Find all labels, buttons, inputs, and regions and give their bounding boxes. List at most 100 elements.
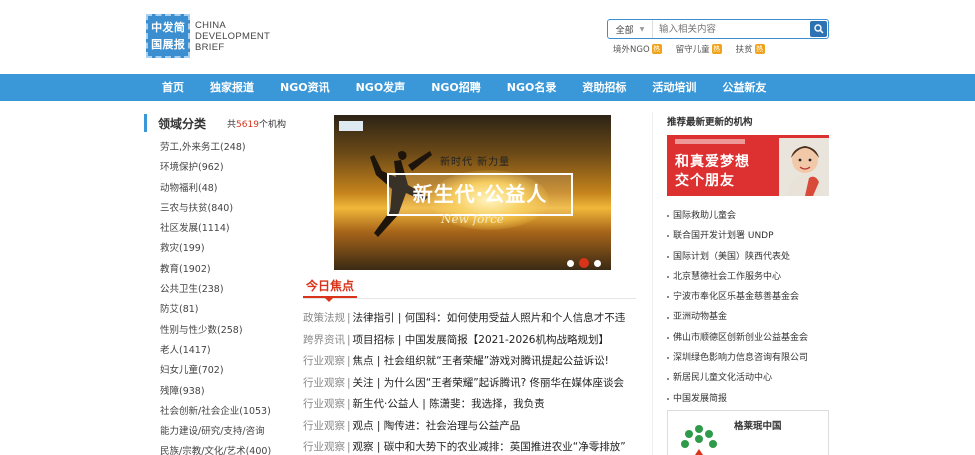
news-headline[interactable]: 焦点 | 社会组织就“王者荣耀”游戏对腾讯提起公益诉讼! [353, 355, 609, 367]
org-list: 国际救助儿童会 联合国开发计划署 UNDP 国际计划（美国）陕西代表处 北京慧德… [667, 206, 829, 409]
category-item[interactable]: 公共卫生(238) [160, 280, 304, 300]
featured-org-card[interactable]: 格莱珉中国 [667, 410, 829, 455]
news-item[interactable]: 行业观察 | 焦点 | 社会组织就“王者荣耀”游戏对腾讯提起公益诉讼! [303, 351, 636, 373]
news-separator: | [347, 312, 351, 324]
org-item[interactable]: 亚洲动物基金 [667, 307, 829, 327]
category-item[interactable]: 动物福利(48) [160, 179, 304, 199]
org-name[interactable]: 宁波市奉化区乐基金慈善基金会 [673, 287, 799, 307]
org-name[interactable]: 北京慧德社会工作服务中心 [673, 267, 781, 287]
hero-banner[interactable]: 新时代 新力量 新生代·公益人 New force [334, 115, 611, 270]
bullet-icon [667, 296, 669, 299]
category-item[interactable]: 社会创新/社会企业(1053) [160, 402, 304, 422]
hot-tags: 境外NGO 热 留守儿童 热 扶贫 热 [613, 43, 765, 55]
category-item[interactable]: 救灾(199) [160, 239, 304, 259]
nav-events[interactable]: 活动培训 [639, 74, 709, 101]
site-logo[interactable]: 中 发 简 国 展 报 CHINA DEVELOPMENT BRIEF [146, 14, 270, 58]
hot-tag-overseas-ngo[interactable]: 境外NGO 热 [613, 43, 662, 55]
org-item[interactable]: 宁波市奉化区乐基金慈善基金会 [667, 287, 829, 307]
logo-line: DEVELOPMENT [195, 30, 271, 42]
news-headline[interactable]: 法律指引 | 何国科：如何使用受益人照片和个人信息才不违 [353, 312, 626, 324]
news-headline[interactable]: 项目招标 | 中国发展简报【2021-2026机构战略规划】 [353, 334, 609, 346]
hot-tag-left-behind-children[interactable]: 留守儿童 热 [676, 43, 722, 55]
carousel-dot[interactable] [594, 259, 601, 267]
search-input[interactable] [653, 20, 810, 38]
org-item[interactable]: 国际救助儿童会 [667, 206, 829, 226]
dream-foundation-ad[interactable]: 和真爱梦想 交个朋友 [667, 135, 829, 196]
bullet-icon [667, 377, 669, 380]
category-item[interactable]: 性别与性少数(258) [160, 321, 304, 341]
banner-corner-logo [339, 121, 363, 131]
nav-grants[interactable]: 资助招标 [569, 74, 639, 101]
news-separator: | [347, 376, 351, 389]
news-category[interactable]: 行业观察 [303, 420, 345, 432]
nav-ngo-news[interactable]: NGO资讯 [267, 74, 343, 101]
nav-ngo-directory[interactable]: NGO名录 [494, 74, 570, 101]
nav-ngo-jobs[interactable]: NGO招聘 [418, 74, 494, 101]
category-item[interactable]: 环境保护(962) [160, 158, 304, 178]
banner-subtitle: New force [441, 212, 504, 226]
org-name[interactable]: 新居民儿童文化活动中心 [673, 368, 772, 388]
org-name[interactable]: 联合国开发计划署 UNDP [673, 226, 774, 246]
org-item[interactable]: 北京慧德社会工作服务中心 [667, 267, 829, 287]
org-name[interactable]: 佛山市顺德区创新创业公益基金会 [673, 328, 808, 348]
nav-friends[interactable]: 公益新友 [709, 74, 779, 101]
news-separator: | [347, 441, 351, 453]
org-item[interactable]: 国际计划（美国）陕西代表处 [667, 247, 829, 267]
news-item[interactable]: 行业观察 | 关注 | 为什么因“王者荣耀”起诉腾讯? 佟丽华在媒体座谈会 [303, 373, 636, 395]
org-name[interactable]: 国际计划（美国）陕西代表处 [673, 247, 790, 267]
ad-subheadline: 交个朋友 [675, 173, 735, 189]
category-item[interactable]: 教育(1902) [160, 260, 304, 280]
news-category[interactable]: 政策法规 [303, 312, 345, 324]
org-name[interactable]: 深圳绿色影响力信息咨询有限公司 [673, 348, 808, 368]
category-item[interactable]: 三农与扶贫(840) [160, 199, 304, 219]
category-item[interactable]: 民族/宗教/文化/艺术(400) [160, 442, 304, 455]
category-item[interactable]: 老人(1417) [160, 341, 304, 361]
category-item[interactable]: 能力建设/研究/支持/咨询 [160, 422, 304, 442]
bullet-icon [667, 235, 669, 238]
featured-org-name[interactable]: 格莱珉中国 [734, 418, 782, 432]
news-category[interactable]: 跨界资讯 [303, 334, 345, 346]
focus-title[interactable]: 今日焦点 [303, 276, 358, 298]
news-headline[interactable]: 观察 | 碳中和大势下的农业减排：英国推进农业“净零排放” [353, 441, 626, 453]
category-item[interactable]: 残障(938) [160, 382, 304, 402]
category-item[interactable]: 社区发展(1114) [160, 219, 304, 239]
recommended-title: 推荐最新更新的机构 [667, 117, 753, 128]
news-item[interactable]: 跨界资讯 | 项目招标 | 中国发展简报【2021-2026机构战略规划】 [303, 330, 636, 352]
nav-ngo-voice[interactable]: NGO发声 [343, 74, 419, 101]
category-list: 劳工,外来务工(248) 环境保护(962) 动物福利(48) 三农与扶贫(84… [144, 138, 304, 455]
news-category[interactable]: 行业观察 [303, 441, 345, 453]
nav-home[interactable]: 首页 [146, 74, 197, 101]
org-name[interactable]: 中国发展简报 [673, 389, 727, 409]
news-headline[interactable]: 观点 | 陶传进：社会治理与公益产品 [353, 420, 521, 432]
hot-tag-poverty[interactable]: 扶贫 热 [736, 43, 765, 55]
news-item[interactable]: 行业观察 | 观点 | 陶传进：社会治理与公益产品 [303, 416, 636, 438]
org-count: 共5619个机构 [227, 117, 286, 130]
category-item[interactable]: 劳工,外来务工(248) [160, 138, 304, 158]
nav-exclusive[interactable]: 独家报道 [197, 74, 267, 101]
org-name[interactable]: 国际救助儿童会 [673, 206, 736, 226]
news-headline[interactable]: 关注 | 为什么因“王者荣耀”起诉腾讯? 佟丽华在媒体座谈会 [353, 377, 625, 389]
grameen-logo-icon [681, 425, 717, 455]
org-item[interactable]: 中国发展简报 [667, 389, 829, 409]
news-category[interactable]: 行业观察 [303, 355, 345, 367]
org-name[interactable]: 亚洲动物基金 [673, 307, 727, 327]
carousel-dot-active[interactable] [579, 258, 589, 268]
search-scope-select[interactable]: 全部 ▼ [608, 20, 653, 38]
category-item[interactable]: 防艾(81) [160, 300, 304, 320]
org-item[interactable]: 深圳绿色影响力信息咨询有限公司 [667, 348, 829, 368]
news-headline[interactable]: 新生代·公益人 | 陈潇斐：我选择，我负责 [353, 398, 545, 410]
carousel-dots [567, 258, 601, 268]
org-item[interactable]: 佛山市顺德区创新创业公益基金会 [667, 328, 829, 348]
news-item[interactable]: 行业观察 | 观察 | 碳中和大势下的农业减排：英国推进农业“净零排放” [303, 437, 636, 455]
news-item[interactable]: 政策法规 | 法律指引 | 何国科：如何使用受益人照片和个人信息才不违 [303, 308, 636, 330]
org-item[interactable]: 新居民儿童文化活动中心 [667, 368, 829, 388]
news-item[interactable]: 行业观察 | 新生代·公益人 | 陈潇斐：我选择，我负责 [303, 394, 636, 416]
search-button[interactable] [810, 21, 827, 37]
news-list: 政策法规 | 法律指引 | 何国科：如何使用受益人照片和个人信息才不违 跨界资讯 | 项… [303, 308, 636, 455]
carousel-dot[interactable] [567, 259, 574, 267]
news-separator: | [347, 398, 351, 410]
category-item[interactable]: 妇女儿童(702) [160, 361, 304, 381]
news-category[interactable]: 行业观察 [303, 377, 345, 389]
news-category[interactable]: 行业观察 [303, 398, 345, 410]
org-item[interactable]: 联合国开发计划署 UNDP [667, 226, 829, 246]
